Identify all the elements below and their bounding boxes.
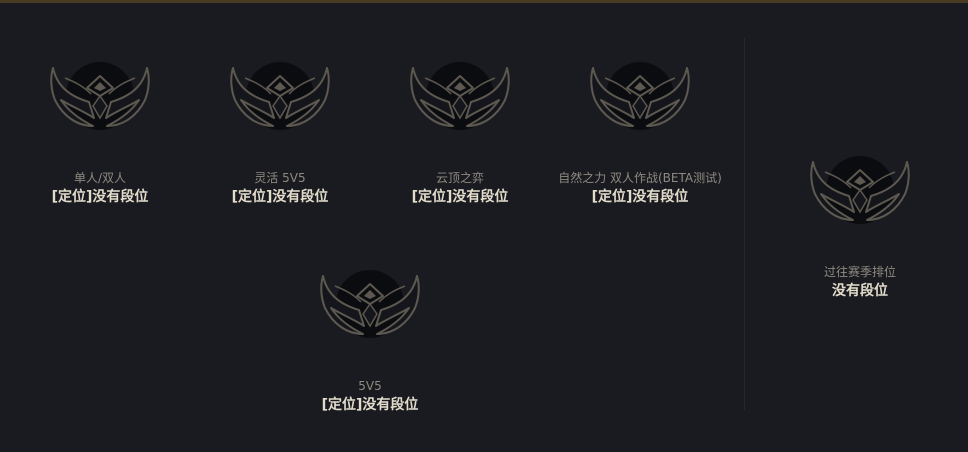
- rank-card-past-season-labels: 过往赛季排位 没有段位: [760, 264, 960, 300]
- queue-name: 过往赛季排位: [823, 265, 896, 279]
- queue-name: 灵活 5V5: [254, 171, 306, 185]
- rank-text: [定位]没有段位: [321, 397, 419, 413]
- unranked-emblem-icon: [805, 154, 915, 232]
- rank-card-solo-duo[interactable]: [0, 60, 200, 138]
- rank-card-5v5-labels: 5V5 [定位]没有段位: [270, 378, 470, 414]
- rank-card-duo-beta[interactable]: [540, 60, 740, 138]
- queue-name: 自然之力 双人作战(BETA测试): [558, 171, 722, 185]
- rank-card-duo-beta-labels: 自然之力 双人作战(BETA测试) [定位]没有段位: [540, 170, 740, 206]
- rank-text: [定位]没有段位: [411, 189, 509, 205]
- rank-text: 没有段位: [832, 283, 888, 299]
- rank-card-flex-5v5-labels: 灵活 5V5 [定位]没有段位: [180, 170, 380, 206]
- rank-card-past-season[interactable]: [760, 154, 960, 232]
- queue-name: 单人/双人: [73, 171, 127, 185]
- rank-card-flex-5v5[interactable]: [180, 60, 380, 138]
- queue-name: 5V5: [358, 379, 382, 393]
- rank-text: [定位]没有段位: [591, 189, 689, 205]
- top-accent-rule: [0, 0, 968, 3]
- rank-card-tft[interactable]: [360, 60, 560, 138]
- unranked-emblem-icon: [225, 60, 335, 138]
- rank-text: [定位]没有段位: [51, 189, 149, 205]
- unranked-emblem-icon: [45, 60, 155, 138]
- rank-text: [定位]没有段位: [231, 189, 329, 205]
- rank-card-5v5[interactable]: [270, 268, 470, 346]
- section-divider: [744, 38, 745, 410]
- unranked-emblem-icon: [315, 268, 425, 346]
- unranked-emblem-icon: [585, 60, 695, 138]
- queue-name: 云顶之弈: [435, 171, 484, 185]
- rank-card-solo-duo-labels: 单人/双人 [定位]没有段位: [0, 170, 200, 206]
- rank-card-tft-labels: 云顶之弈 [定位]没有段位: [360, 170, 560, 206]
- unranked-emblem-icon: [405, 60, 515, 138]
